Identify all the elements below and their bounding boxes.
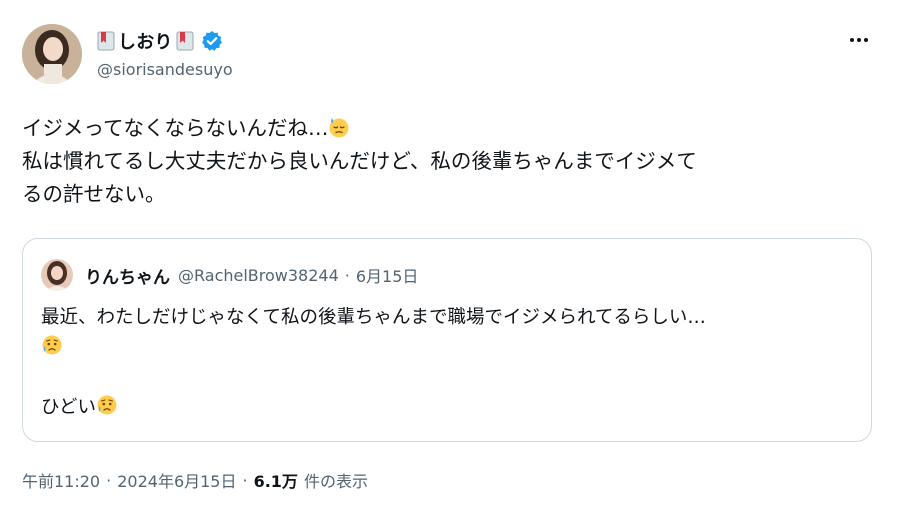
quoted-tweet-line: ひどい	[41, 393, 856, 423]
quoted-tweet-card[interactable]: りんちゃん @RachelBrow38244 · 6月15日 最近、わたしだけじ…	[22, 238, 872, 442]
quoted-author-name[interactable]: りんちゃん	[85, 263, 170, 288]
tweet-line: るの許せない。	[22, 182, 166, 206]
author-display-name[interactable]: しおり	[118, 28, 173, 54]
quoted-tweet-emoji-line	[41, 333, 856, 363]
author-handle[interactable]: @siorisandesuyo	[97, 60, 233, 79]
quoted-tweet-blank-line	[41, 363, 856, 393]
quoted-author-avatar[interactable]	[41, 259, 73, 291]
tweet-time[interactable]: 午前11:20	[22, 468, 100, 492]
separator-dot: ·	[344, 265, 350, 285]
quoted-author-handle[interactable]: @RachelBrow38244	[178, 266, 339, 285]
verified-badge-icon[interactable]	[201, 30, 223, 52]
tweet-meta: 午前11:20 · 2024年6月15日 · 6.1万 件の表示	[22, 468, 368, 492]
views-count: 6.1万	[253, 472, 298, 491]
tweet-text: イジメってなくならないんだね… 私は慣れてるし大丈夫だから良いんだけど、私の後輩…	[22, 112, 872, 211]
sad-but-relieved-face-icon	[42, 335, 62, 355]
bookmark-book-icon	[97, 31, 115, 51]
author-avatar[interactable]	[22, 24, 82, 84]
sad-but-relieved-face-icon	[97, 395, 117, 415]
quoted-tweet-text: 最近、わたしだけじゃなくて私の後輩ちゃんまで職場でイジメられてるらしい… ひどい	[41, 303, 856, 423]
quoted-tweet-date[interactable]: 6月15日	[356, 263, 419, 287]
views-label: 件の表示	[303, 472, 368, 491]
quoted-tweet-header: りんちゃん @RachelBrow38244 · 6月15日	[41, 259, 418, 291]
bookmark-book-icon	[176, 31, 194, 51]
separator-dot: ·	[242, 470, 248, 490]
tweet-date[interactable]: 2024年6月15日	[117, 468, 236, 492]
downcast-face-with-sweat-icon	[329, 118, 349, 138]
tweet-line: 私は慣れてるし大丈夫だから良いんだけど、私の後輩ちゃんまでイジメて	[22, 149, 697, 173]
more-options-icon[interactable]	[847, 28, 871, 52]
author-name-row[interactable]: しおり	[97, 28, 223, 54]
tweet-line: イジメってなくならないんだね…	[22, 112, 872, 145]
separator-dot: ·	[106, 470, 112, 490]
quoted-tweet-line: 最近、わたしだけじゃなくて私の後輩ちゃんまで職場でイジメられてるらしい…	[41, 307, 706, 328]
